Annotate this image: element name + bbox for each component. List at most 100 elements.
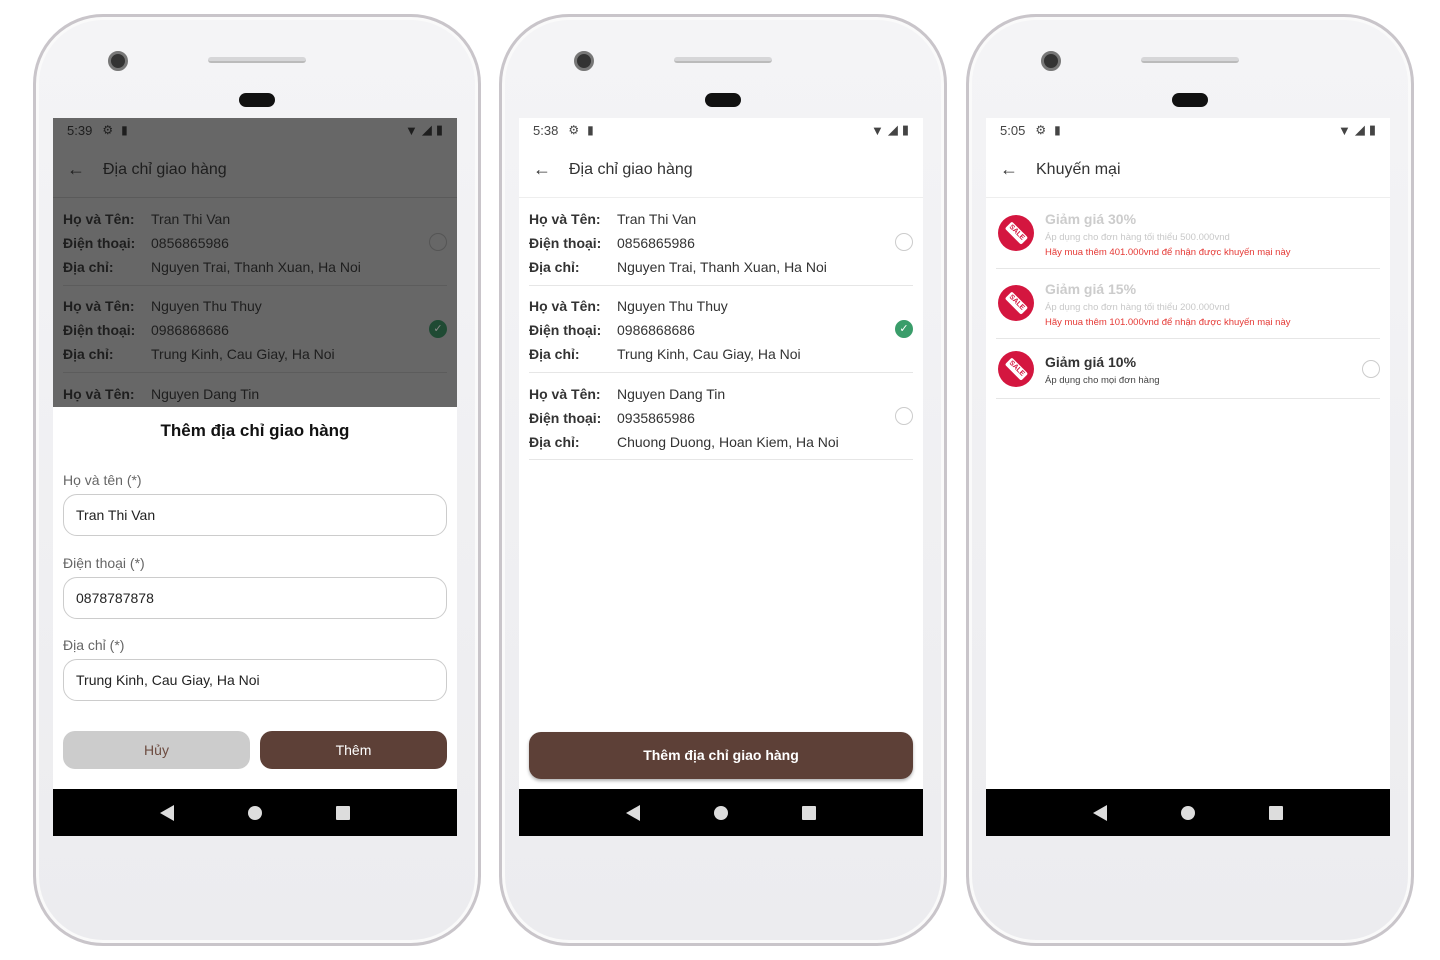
select-radio[interactable] [895,407,913,425]
name-label: Họ và Tên: [529,386,601,402]
speaker [674,57,772,63]
wifi-icon: ▼ [1337,122,1351,138]
address-name: Tran Thi Van [151,211,231,227]
back-arrow-icon[interactable]: ← [67,159,85,180]
name-label: Họ và Tên: [529,298,601,314]
sd-card-icon: ▮ [1054,123,1061,137]
address-name: Nguyen Thu Thuy [617,298,728,314]
camera [574,51,594,71]
promo-item: SALE Giảm giá 15% Áp dụng cho đơn hàng t… [996,269,1380,339]
address-item[interactable]: Họ và Tên: Tran Thi Van Điện thoại: 085686… [63,199,447,286]
navigation-bar [519,789,923,836]
sale-tag-icon: SALE [998,215,1034,251]
signal-icon: ◢ [1354,122,1365,137]
address-text: Nguyen Trai, Thanh Xuan, Ha Noi [151,259,361,275]
address-phone: 0856865986 [151,235,229,251]
name-input[interactable]: Tran Thi Van [63,494,447,536]
phone-field-label: Điện thoại (*) [63,555,145,571]
address-label: Địa chỉ: [529,434,580,450]
camera [108,51,128,71]
submit-button[interactable]: Thêm [260,731,447,769]
address-label: Địa chỉ: [529,259,580,275]
app-bar: ← Địa chỉ giao hàng [53,142,457,198]
address-item[interactable]: Họ và Tên: Nguyen Dang Tin Điện thoại: 093… [529,373,913,460]
address-text: Chuong Duong, Hoan Kiem, Ha Noi [617,434,839,450]
back-arrow-icon[interactable]: ← [1000,159,1018,180]
sensor [239,93,275,107]
address-phone: 0986868686 [151,322,229,338]
back-nav-icon[interactable] [160,804,174,821]
status-time: 5:38 [533,122,559,138]
back-nav-icon[interactable] [1093,804,1107,821]
name-label: Họ và Tên: [529,211,601,227]
status-bar: 5:38 ⚙ ▮ ▼ ◢ ▮ [519,118,923,142]
home-nav-icon[interactable] [248,805,262,820]
back-arrow-icon[interactable]: ← [533,159,551,180]
check-icon[interactable]: ✓ [895,320,913,338]
promo-title: Giảm giá 15% [1045,281,1137,297]
app-bar: ← Khuyến mại [986,142,1390,198]
home-nav-icon[interactable] [1181,805,1195,820]
screen-add-address: 5:39 ⚙ ▮ ▼ ◢ ▮ ← Địa chỉ giao hàng Họ và Tên: T… [53,118,457,836]
promo-subtitle: Áp dụng cho mọi đơn hàng [1045,375,1160,386]
app-bar: ← Địa chỉ giao hàng [519,142,923,198]
cancel-button[interactable]: Hủy [63,731,250,769]
page-title: Khuyến mại [1036,160,1121,178]
promo-item: SALE Giảm giá 30% Áp dụng cho đơn hàng t… [996,199,1380,269]
recents-nav-icon[interactable] [336,805,350,820]
wifi-icon: ▼ [870,122,884,138]
name-field-label: Họ và tên (*) [63,472,142,488]
sheet-title: Thêm địa chỉ giao hàng [160,421,350,440]
promo-item[interactable]: SALE Giảm giá 10% Áp dụng cho mọi đơn hà… [996,339,1380,399]
home-nav-icon[interactable] [714,805,728,820]
address-item[interactable]: Họ và Tên: Tran Thi Van Điện thoại: 085686… [529,199,913,286]
address-input[interactable]: Trung Kinh, Cau Giay, Ha Noi [63,659,447,701]
recents-nav-icon[interactable] [802,805,816,820]
status-time: 5:05 [1000,122,1026,138]
phone-label: Điện thoại: [63,235,136,251]
name-label: Họ và Tên: [63,211,135,227]
recents-nav-icon[interactable] [1269,805,1283,820]
address-name: Tran Thi Van [617,211,697,227]
signal-icon: ◢ [421,122,432,137]
phone-label: Điện thoại: [529,235,602,251]
check-icon[interactable]: ✓ [429,320,447,338]
name-label: Họ và Tên: [63,298,135,314]
promo-title: Giảm giá 30% [1045,211,1137,227]
address-item[interactable]: Họ và Tên: Nguyen Thu Thuy Điện thoại: 098… [63,286,447,373]
address-text: Trung Kinh, Cau Giay, Ha Noi [151,346,335,362]
back-nav-icon[interactable] [626,804,640,821]
add-address-sheet: Thêm địa chỉ giao hàng Họ và tên (*) Tra… [53,407,457,789]
speaker [1141,57,1239,63]
camera [1041,51,1061,71]
phone-frame-1: 5:39 ⚙ ▮ ▼ ◢ ▮ ← Địa chỉ giao hàng Họ và Tên: T… [33,14,481,946]
settings-icon: ⚙ [1035,123,1047,137]
screen-address-list: 5:38 ⚙ ▮ ▼ ◢ ▮ ← Địa chỉ giao hàng Họ và Tên: T… [519,118,923,836]
screen-promotions: 5:05 ⚙ ▮ ▼ ◢ ▮ ← Khuyến mại SALE Giảm giá 30% … [986,118,1390,836]
navigation-bar [53,789,457,836]
phone-frame-2: 5:38 ⚙ ▮ ▼ ◢ ▮ ← Địa chỉ giao hàng Họ và Tên: T… [499,14,947,946]
sensor [1172,93,1208,107]
phone-input[interactable]: 0878787878 [63,577,447,619]
add-address-button[interactable]: Thêm địa chỉ giao hàng [529,732,913,779]
select-radio[interactable] [895,233,913,251]
speaker [208,57,306,63]
status-bar: 5:39 ⚙ ▮ ▼ ◢ ▮ [53,118,457,142]
address-label: Địa chỉ: [63,346,114,362]
wifi-icon: ▼ [404,122,418,138]
phone-label: Điện thoại: [63,322,136,338]
address-field-label: Địa chỉ (*) [63,637,125,653]
sd-card-icon: ▮ [121,123,128,137]
battery-icon: ▮ [1368,122,1376,137]
select-radio[interactable] [429,233,447,251]
select-radio[interactable] [1362,360,1380,378]
address-text: Trung Kinh, Cau Giay, Ha Noi [617,346,801,362]
page-title: Địa chỉ giao hàng [103,160,227,178]
address-item[interactable]: Họ và Tên: Nguyen Thu Thuy Điện thoại: 098… [529,286,913,373]
phone-frame-3: 5:05 ⚙ ▮ ▼ ◢ ▮ ← Khuyến mại SALE Giảm giá 30% … [966,14,1414,946]
sd-card-icon: ▮ [587,123,594,137]
promo-warning: Hãy mua thêm 401.000vnd để nhận được khu… [1045,247,1291,258]
address-phone: 0986868686 [617,322,695,338]
address-label: Địa chỉ: [63,259,114,275]
address-phone: 0856865986 [617,235,695,251]
